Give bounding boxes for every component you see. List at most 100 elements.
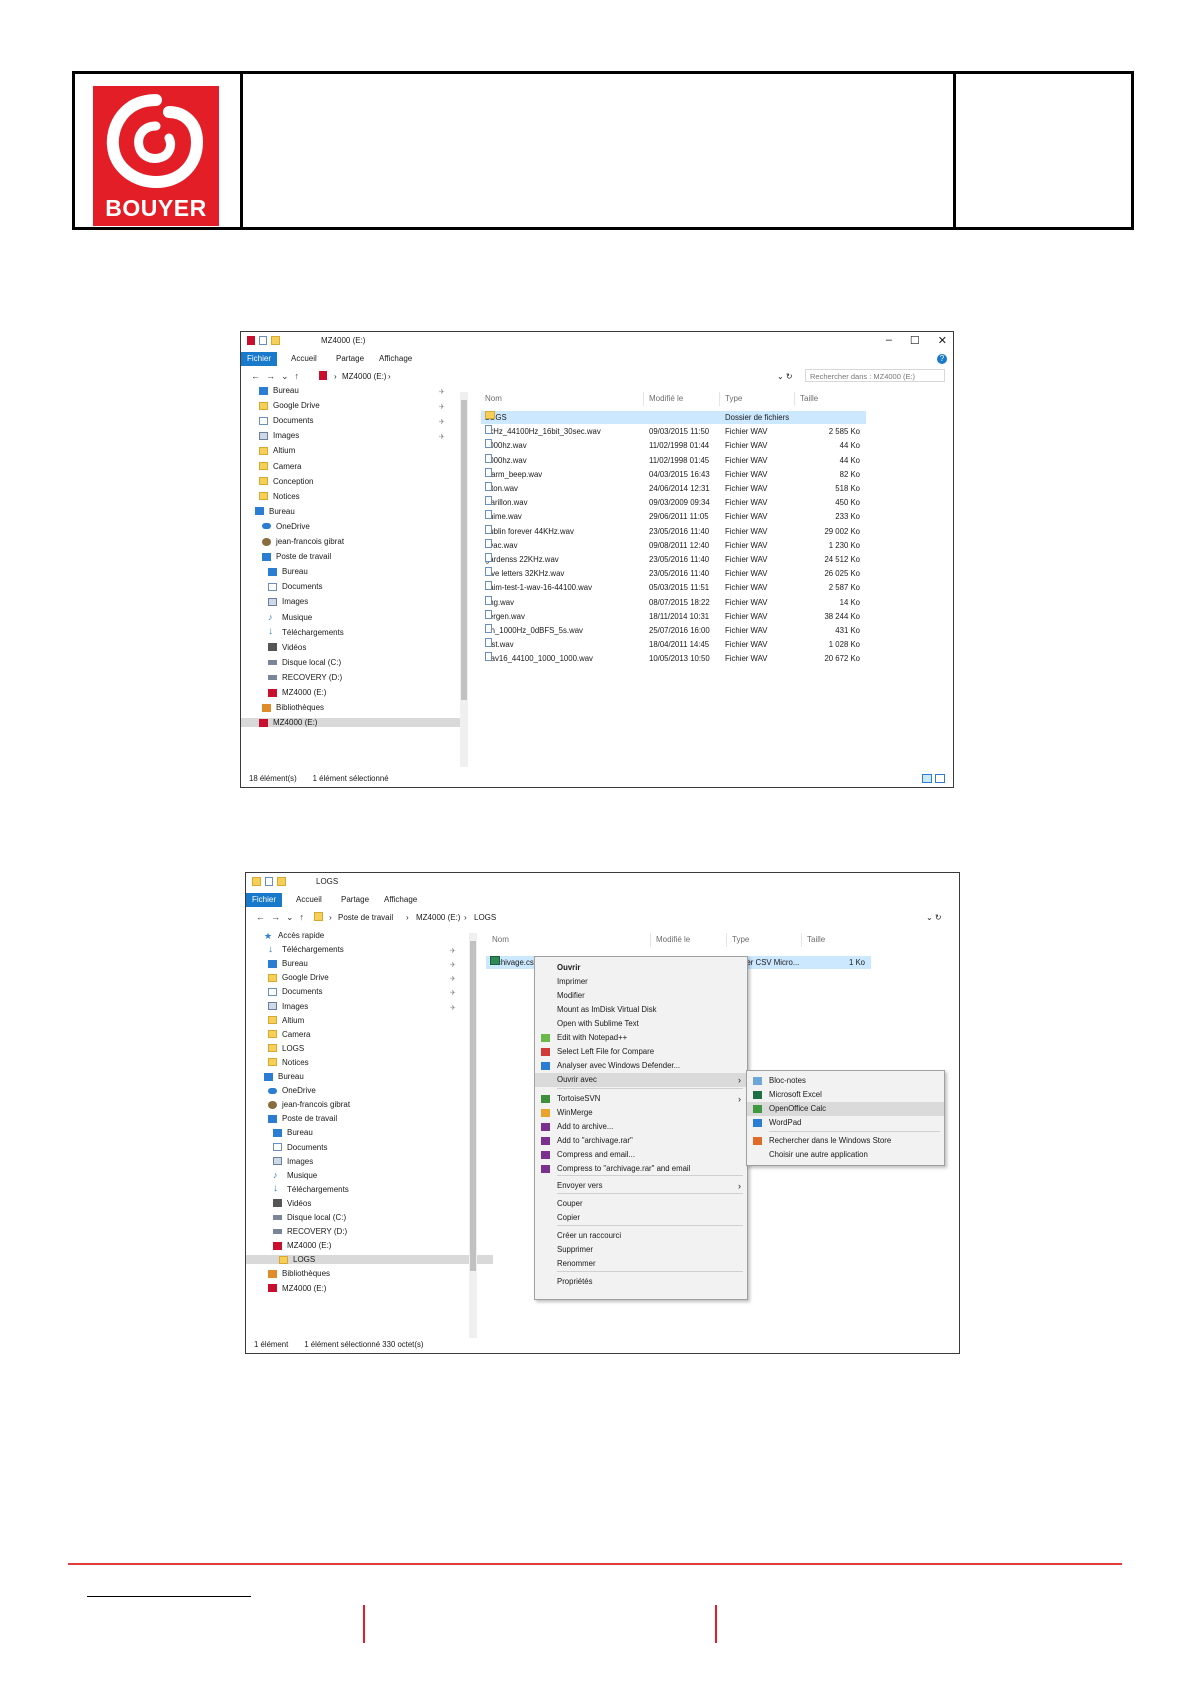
menu-item[interactable]: Select Left File for Compare (535, 1045, 747, 1059)
sidebar-item[interactable]: Camera (259, 462, 301, 471)
menu-item[interactable]: WinMerge (535, 1106, 747, 1120)
sidebar-item[interactable]: Images (273, 1157, 313, 1166)
file-row[interactable]: 1000hz.wav 11/02/1998 01:44 Fichier WAV 44 … (481, 439, 866, 452)
file-row[interactable]: love letters 32KHz.wav 23/05/2016 11:40 Fi… (481, 567, 866, 580)
column-header[interactable]: Type (725, 394, 742, 403)
nav-arrows-icon[interactable]: ←→⌄↑ (256, 912, 310, 923)
tab-fichier[interactable]: Fichier (241, 352, 278, 366)
file-row[interactable]: biton.wav 24/06/2014 12:31 Fichier WAV 518 … (481, 482, 866, 495)
sidebar-item[interactable]: Google Drive (268, 973, 329, 982)
file-row[interactable]: gardenss 22KHz.wav 23/05/2016 11:40 Fichie… (481, 553, 866, 566)
details-view-icon[interactable] (922, 774, 932, 783)
pin-icon[interactable]: ✈ (439, 418, 445, 426)
file-row[interactable]: evac.wav 09/08/2011 12:40 Fichier WAV 1 230… (481, 538, 866, 552)
file-row[interactable]: Carillon.wav 09/03/2009 09:34 Fichier WAV 4… (481, 496, 866, 509)
menu-item[interactable]: Add to "archivage.rar" (535, 1134, 747, 1148)
sidebar-item[interactable]: Images (259, 431, 299, 440)
refresh-icon[interactable]: ⌄ ↻ (926, 913, 942, 922)
sidebar-item[interactable]: Images (268, 597, 308, 606)
sidebar-item[interactable]: jean-francois gibrat (268, 1100, 350, 1109)
tab-affichage[interactable]: Affichage (379, 352, 412, 366)
column-header[interactable]: Nom (492, 935, 509, 944)
menu-item[interactable]: Ouvrir avec › (535, 1073, 747, 1087)
menu-item[interactable]: Supprimer (535, 1243, 747, 1257)
search-input[interactable]: Rechercher dans : MZ4000 (E:) (805, 369, 945, 382)
sidebar-item[interactable]: Altium (268, 1016, 304, 1025)
minimize-icon[interactable]: – (886, 334, 892, 347)
menu-item[interactable]: Envoyer vers › (535, 1179, 747, 1193)
menu-item[interactable]: Mount as ImDisk Virtual Disk (535, 1003, 747, 1017)
sidebar-item[interactable]: OneDrive (262, 522, 310, 531)
menu-item[interactable]: Microsoft Excel (747, 1088, 944, 1102)
sidebar-item[interactable]: Conception (259, 477, 313, 486)
sidebar-item[interactable]: Vidéos (273, 1199, 311, 1208)
sidebar-item[interactable]: Disque local (C:) (268, 658, 341, 667)
menu-item[interactable]: Créer un raccourci (535, 1229, 747, 1243)
breadcrumb-item[interactable]: LOGS (474, 913, 496, 922)
sidebar-item[interactable]: Documents (268, 987, 322, 996)
file-row[interactable]: sergen.wav 18/11/2014 10:31 Fichier WAV 38 … (481, 609, 866, 623)
menu-item[interactable]: Add to archive... (535, 1120, 747, 1134)
menu-item[interactable]: Ouvrir (535, 961, 747, 975)
menu-item[interactable]: Propriétés (535, 1275, 747, 1289)
tab-accueil[interactable]: Accueil (291, 352, 317, 366)
sidebar-item[interactable]: ★ Accès rapide (264, 931, 324, 940)
menu-item[interactable]: Copier (535, 1211, 747, 1225)
menu-item[interactable]: Bloc-notes (747, 1074, 944, 1088)
menu-item[interactable]: Choisir une autre application (747, 1148, 944, 1162)
sidebar-item[interactable]: MZ4000 (E:) (268, 1284, 326, 1293)
new-folder-icon[interactable] (271, 336, 280, 345)
tiles-view-icon[interactable] (935, 774, 945, 783)
file-row[interactable]: 1kHz_44100Hz_16bit_30sec.wav 09/03/2015 1… (481, 425, 866, 438)
sidebar-item[interactable]: MZ4000 (E:) (268, 688, 326, 697)
sidebar-item[interactable]: Poste de travail (268, 1114, 337, 1123)
file-row[interactable]: alarm_beep.wav 04/03/2015 16:43 Fichier WA… (481, 467, 866, 481)
sidebar-item[interactable]: MZ4000 (E:) (273, 1241, 331, 1250)
column-header[interactable]: Taille (800, 394, 818, 403)
file-row[interactable]: naim-test-1-wav-16-44100.wav 05/03/2015 1… (481, 581, 866, 594)
sidebar-item[interactable]: ↓ Téléchargements (268, 627, 344, 637)
menu-item[interactable]: WordPad (747, 1116, 944, 1130)
breadcrumb-item[interactable]: Poste de travail (338, 913, 393, 922)
file-row[interactable]: wav16_44100_1000_1000.wav 10/05/2013 10:5… (481, 652, 866, 665)
sidebar-item[interactable]: ↓ Téléchargements (273, 1184, 349, 1194)
tab-accueil[interactable]: Accueil (296, 893, 322, 907)
sidebar-item[interactable]: Bibliothèques (262, 703, 324, 712)
sidebar-item[interactable]: Documents (273, 1143, 327, 1152)
menu-item[interactable]: Compress and email... (535, 1148, 747, 1162)
tab-fichier[interactable]: Fichier (246, 893, 283, 907)
properties-icon[interactable] (259, 336, 267, 345)
maximize-icon[interactable]: ☐ (910, 334, 920, 347)
sidebar-item[interactable]: Poste de travail (262, 552, 331, 561)
column-header[interactable]: Modifié le (656, 935, 690, 944)
sidebar-item[interactable]: ♪ Musique (273, 1171, 317, 1180)
sidebar-item[interactable]: Bureau (268, 567, 308, 576)
tab-affichage[interactable]: Affichage (384, 893, 417, 907)
sidebar-item[interactable]: jean-francois gibrat (262, 537, 344, 546)
close-icon[interactable]: ✕ (938, 334, 947, 347)
sidebar-item[interactable]: Notices (259, 492, 300, 501)
menu-item[interactable]: Compress to "archivage.rar" and email (535, 1162, 747, 1176)
refresh-icon[interactable]: ⌄ ↻ (777, 372, 793, 381)
sidebar-item[interactable]: RECOVERY (D:) (273, 1227, 347, 1236)
column-header[interactable]: Nom (485, 394, 502, 403)
sidebar-scrollbar[interactable] (469, 933, 477, 1338)
sidebar-item[interactable]: LOGS (268, 1044, 304, 1053)
pin-icon[interactable]: ✈ (450, 975, 456, 983)
pin-icon[interactable]: ✈ (450, 961, 456, 969)
pin-icon[interactable]: ✈ (439, 403, 445, 411)
sidebar-item[interactable]: Google Drive (259, 401, 320, 410)
file-row[interactable]: chime.wav 29/06/2011 11:05 Fichier WAV 233 … (481, 510, 866, 523)
sidebar-item[interactable]: LOGS (246, 1255, 493, 1265)
sidebar-item[interactable]: Altium (259, 446, 295, 455)
sidebar-item[interactable]: Documents (259, 416, 313, 425)
menu-item[interactable]: Couper (535, 1197, 747, 1211)
help-icon[interactable]: ? (937, 354, 947, 364)
menu-item[interactable]: Imprimer (535, 975, 747, 989)
file-row[interactable]: LOGS Dossier de fichiers (481, 411, 866, 424)
sidebar-scrollbar[interactable] (460, 392, 468, 767)
file-row[interactable]: dublin forever 44KHz.wav 23/05/2016 11:40… (481, 524, 866, 538)
sidebar-item[interactable]: Images (268, 1002, 308, 1011)
menu-item[interactable]: Analyser avec Windows Defender... (535, 1059, 747, 1073)
sidebar-item[interactable]: ♪ Musique (268, 613, 312, 622)
